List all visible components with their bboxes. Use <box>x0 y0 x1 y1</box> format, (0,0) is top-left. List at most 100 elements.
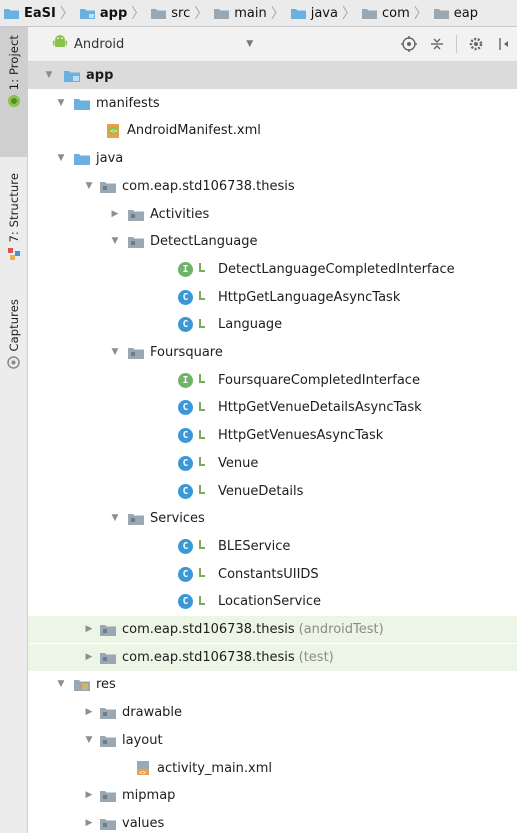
tree-row[interactable]: ▼ manifests <box>28 90 517 117</box>
tree-row[interactable]: ▼ com.eap.std106738.thesis <box>28 173 517 200</box>
expand-down-arrow-icon[interactable]: ▼ <box>56 98 66 108</box>
tree-row[interactable]: ▼ app <box>28 62 517 89</box>
tree-row[interactable]: C Language <box>28 311 517 338</box>
expand-down-arrow-icon[interactable]: ▼ <box>44 70 54 80</box>
breadcrumb-item[interactable]: app <box>76 0 131 26</box>
tree-row[interactable]: ▼ Foursquare <box>28 339 517 366</box>
collapse-right-arrow-icon[interactable]: ▶ <box>110 209 120 219</box>
tree-node-label: Activities <box>150 206 210 222</box>
collapse-all-icon[interactable] <box>428 35 446 53</box>
tree-row[interactable]: C BLEService <box>28 533 517 560</box>
collapse-right-arrow-icon[interactable]: ▶ <box>84 624 94 634</box>
tree-node: java <box>74 145 123 172</box>
resource-folder-icon <box>74 678 90 692</box>
tab-structure-label: 7: Structure <box>6 173 21 243</box>
chevron-right-icon: 〉 <box>59 6 74 22</box>
chevron-down-icon: ▼ <box>246 39 254 49</box>
breadcrumb-label: src <box>171 5 191 21</box>
tree-row[interactable]: ▶ com.eap.std106738.thesis (androidTest) <box>28 616 517 643</box>
tree-row[interactable]: C LocationService <box>28 588 517 615</box>
tree-node-label: HttpGetVenuesAsyncTask <box>218 428 384 444</box>
expand-down-arrow-icon[interactable]: ▼ <box>110 513 120 523</box>
visibility-public-icon <box>198 374 206 386</box>
breadcrumb-label: main <box>234 5 267 21</box>
expand-down-arrow-icon[interactable]: ▼ <box>110 236 120 246</box>
tree-node-label: Venue <box>218 455 259 471</box>
tree-row[interactable]: ▶ mipmap <box>28 782 517 809</box>
package-icon <box>100 706 116 720</box>
expand-down-arrow-icon[interactable]: ▼ <box>84 181 94 191</box>
class-icon: C <box>178 538 212 554</box>
tree-row[interactable]: C HttpGetVenuesAsyncTask <box>28 422 517 449</box>
collapse-right-arrow-icon[interactable]: ▶ <box>84 707 94 717</box>
visibility-public-icon <box>198 540 206 552</box>
breadcrumb-item[interactable]: src <box>147 0 194 26</box>
tree-node: C HttpGetLanguageAsyncTask <box>178 284 400 311</box>
tree-node: C BLEService <box>178 533 290 560</box>
tree-row[interactable]: ▼ java <box>28 145 517 172</box>
tree-row[interactable]: C HttpGetLanguageAsyncTask <box>28 284 517 311</box>
project-view-selector[interactable]: Android ▼ <box>52 34 253 54</box>
breadcrumb-item[interactable]: eap <box>430 0 482 26</box>
tree-row[interactable]: ▶ Activities <box>28 201 517 228</box>
scroll-from-source-icon[interactable] <box>400 35 418 53</box>
chevron-right-icon: 〉 <box>341 6 356 22</box>
tree-row[interactable]: ▶ com.eap.std106738.thesis (test) <box>28 643 517 671</box>
tree-node-label: manifests <box>96 95 160 111</box>
expand-down-arrow-icon[interactable]: ▼ <box>56 153 66 163</box>
tab-captures[interactable]: Captures <box>0 299 27 379</box>
tree-node: com.eap.std106738.thesis <box>100 173 295 200</box>
breadcrumb-item[interactable]: com <box>358 0 414 26</box>
tree-row[interactable]: ▼ DetectLanguage <box>28 228 517 255</box>
breadcrumb-item[interactable]: main <box>210 0 270 26</box>
tree-row[interactable]: ▼ res <box>28 671 517 698</box>
folder-icon <box>74 97 90 110</box>
tree-row[interactable]: <> AndroidManifest.xml <box>28 117 517 144</box>
tree-node-label: com.eap.std106738.thesis <box>122 649 295 665</box>
tab-project[interactable]: 1: Project <box>0 27 27 157</box>
tree-row[interactable]: I FoursquareCompletedInterface <box>28 367 517 394</box>
collapse-right-arrow-icon[interactable]: ▶ <box>84 818 94 828</box>
package-icon <box>100 789 116 803</box>
tab-project-label: 1: Project <box>6 35 21 91</box>
chevron-right-icon: 〉 <box>194 6 209 22</box>
tree-row[interactable]: ▼ Services <box>28 505 517 532</box>
tree-row[interactable]: ▶ drawable <box>28 699 517 726</box>
project-view-label: Android <box>74 36 125 52</box>
expand-down-arrow-icon[interactable]: ▼ <box>56 679 66 689</box>
folder-icon <box>361 7 377 19</box>
tree-node: Foursquare <box>128 339 223 366</box>
panel-toolbar <box>400 27 517 61</box>
tree-row[interactable]: C Venue <box>28 450 517 477</box>
gear-icon[interactable] <box>467 35 485 53</box>
tree-row[interactable]: C HttpGetVenueDetailsAsyncTask <box>28 394 517 421</box>
collapse-right-arrow-icon[interactable]: ▶ <box>84 652 94 662</box>
breadcrumb-item[interactable]: EaSI <box>0 0 60 26</box>
tree-row[interactable]: <> activity_main.xml <box>28 755 517 782</box>
tree-row[interactable]: I DetectLanguageCompletedInterface <box>28 256 517 283</box>
tree-row[interactable]: C ConstantsUIIDS <box>28 561 517 588</box>
class-badge-icon: C <box>178 400 193 416</box>
expand-down-arrow-icon[interactable]: ▼ <box>84 735 94 745</box>
tree-row[interactable]: ▼ layout <box>28 727 517 754</box>
interface-icon: I <box>178 261 212 277</box>
folder-icon <box>290 7 306 19</box>
tab-structure[interactable]: 7: Structure <box>0 173 27 283</box>
package-icon <box>100 623 116 636</box>
package-icon <box>128 512 144 526</box>
breadcrumb-item[interactable]: java <box>287 0 342 26</box>
tree-node: C Venue <box>178 450 258 477</box>
package-icon <box>100 734 116 747</box>
class-badge-icon: C <box>178 566 193 582</box>
tree-row[interactable]: C VenueDetails <box>28 478 517 505</box>
class-badge-icon: C <box>178 483 193 499</box>
package-icon <box>100 180 116 193</box>
module-folder-icon <box>64 69 80 82</box>
expand-down-arrow-icon[interactable]: ▼ <box>110 347 120 357</box>
tree-node: drawable <box>100 699 182 726</box>
collapse-right-arrow-icon[interactable]: ▶ <box>84 790 94 800</box>
hide-panel-icon[interactable] <box>495 35 513 53</box>
project-folder-icon <box>4 7 19 19</box>
class-badge-icon: C <box>178 594 193 610</box>
class-icon: C <box>178 566 212 582</box>
